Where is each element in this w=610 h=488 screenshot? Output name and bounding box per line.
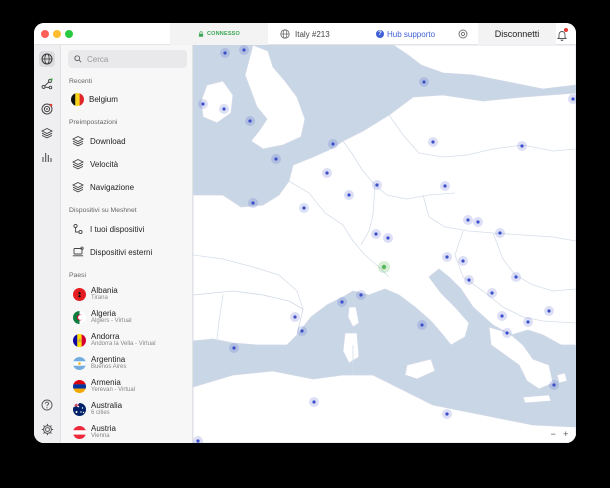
armenia-flag-icon xyxy=(73,379,86,393)
server-map[interactable]: − + xyxy=(193,45,576,443)
country-name: Australia xyxy=(91,401,123,410)
laptop-icon xyxy=(72,246,84,257)
target-icon xyxy=(41,103,53,115)
country-subtitle: Algiers - Virtual xyxy=(91,318,132,325)
australia-flag-icon xyxy=(73,402,86,416)
albania-flag-icon xyxy=(73,287,86,301)
country-australia[interactable]: Australia 6 cities xyxy=(73,401,123,417)
layers-icon xyxy=(41,127,53,139)
preset-speed[interactable]: Velocità xyxy=(71,157,118,171)
country-subtitle: Andorra la Vella - Virtual xyxy=(91,341,156,348)
country-name: Albania xyxy=(91,286,118,295)
layers-icon xyxy=(72,158,84,170)
app-window: CONNESSO Italy #213 ? Hub supporto Disco… xyxy=(34,23,576,443)
belgium-flag-icon xyxy=(71,93,84,106)
meshnet-external-devices[interactable]: Dispositivi esterni xyxy=(71,245,152,259)
preset-label: Velocità xyxy=(90,159,119,169)
close-window-button[interactable] xyxy=(41,30,49,38)
preset-label: Download xyxy=(90,136,126,146)
andorra-flag-icon xyxy=(73,333,86,347)
support-hub-label: Hub supporto xyxy=(387,29,436,39)
country-subtitle: Vienna xyxy=(91,433,110,440)
help-icon xyxy=(41,399,53,411)
sidebar: Recenti Belgium Preimpostazioni Download… xyxy=(61,45,193,443)
algeria-flag-icon xyxy=(73,310,86,324)
nav-layers-button[interactable] xyxy=(39,125,55,141)
country-subtitle: Tirana xyxy=(91,295,108,302)
nav-meshnet-button[interactable] xyxy=(39,76,55,92)
country-name: Armenia xyxy=(91,378,121,387)
nav-stats-button[interactable] xyxy=(39,149,55,165)
gear-icon xyxy=(41,423,53,435)
connected-server-marker xyxy=(381,264,387,270)
country-subtitle: Yerevan - Virtual xyxy=(91,387,136,394)
zoom-out-button[interactable]: − xyxy=(551,429,556,439)
notifications-button[interactable] xyxy=(556,28,568,41)
search-input[interactable] xyxy=(87,54,177,64)
server-name: Italy #213 xyxy=(295,29,330,39)
country-name: Andorra xyxy=(91,332,120,341)
globe-icon xyxy=(280,29,290,39)
connection-settings-icon[interactable] xyxy=(457,28,469,40)
nav-settings-button[interactable] xyxy=(39,421,55,437)
zoom-window-button[interactable] xyxy=(65,30,73,38)
austria-flag-icon xyxy=(73,425,86,439)
meshnet-icon xyxy=(41,78,53,90)
country-albania[interactable]: Albania Tirana xyxy=(73,286,118,302)
country-algeria[interactable]: Algeria Algiers - Virtual xyxy=(73,309,132,325)
zoom-controls: − + xyxy=(547,427,572,440)
globe-icon xyxy=(41,53,53,65)
argentina-flag-icon xyxy=(73,356,86,370)
nav-threat-protection-button[interactable] xyxy=(39,101,55,117)
status-label: CONNESSO xyxy=(206,31,241,37)
recent-heading: Recenti xyxy=(69,78,93,85)
country-name: Algeria xyxy=(91,309,116,318)
title-bar: CONNESSO Italy #213 ? Hub supporto Disco… xyxy=(34,23,576,45)
support-hub-link[interactable]: ? Hub supporto xyxy=(376,23,435,45)
search-box[interactable] xyxy=(68,50,187,68)
recent-item-label: Belgium xyxy=(89,95,118,104)
country-name: Austria xyxy=(91,424,116,433)
countries-heading: Paesi xyxy=(69,272,87,279)
notification-badge xyxy=(564,28,568,32)
layers-icon xyxy=(72,135,84,147)
europe-map xyxy=(193,45,576,443)
nav-rail xyxy=(34,45,61,443)
lock-icon xyxy=(198,31,204,37)
server-indicator: Italy #213 xyxy=(280,23,330,45)
preset-label: Navigazione xyxy=(90,182,135,192)
land-masses xyxy=(193,45,576,443)
connection-status: CONNESSO xyxy=(170,23,268,45)
search-icon xyxy=(74,55,82,63)
country-argentina[interactable]: Argentina Buenos Aires xyxy=(73,355,127,371)
disconnect-button[interactable]: Disconnetti xyxy=(478,23,556,45)
nav-globe-button[interactable] xyxy=(39,51,55,67)
country-armenia[interactable]: Armenia Yerevan - Virtual xyxy=(73,378,136,394)
bar-chart-icon xyxy=(42,153,52,162)
country-name: Argentina xyxy=(91,355,126,364)
meshnet-label: I tuoi dispositivi xyxy=(90,224,145,234)
meshnet-your-devices[interactable]: I tuoi dispositivi xyxy=(71,222,144,236)
country-subtitle: 6 cities xyxy=(91,410,110,417)
preset-download[interactable]: Download xyxy=(71,134,126,148)
preset-browsing[interactable]: Navigazione xyxy=(71,180,134,194)
layers-icon xyxy=(72,181,84,193)
presets-heading: Preimpostazioni xyxy=(69,119,118,126)
country-andorra[interactable]: Andorra Andorra la Vella - Virtual xyxy=(73,332,156,348)
meshnet-label: Dispositivi esterni xyxy=(90,247,153,257)
question-icon: ? xyxy=(376,30,384,38)
nav-help-button[interactable] xyxy=(39,397,55,413)
minimize-window-button[interactable] xyxy=(53,30,61,38)
zoom-in-button[interactable]: + xyxy=(563,429,568,439)
country-austria[interactable]: Austria Vienna xyxy=(73,424,116,440)
devices-icon xyxy=(73,223,83,235)
country-subtitle: Buenos Aires xyxy=(91,364,127,371)
meshnet-heading: Dispositivi su Meshnet xyxy=(69,207,137,214)
recent-item-belgium[interactable]: Belgium xyxy=(71,93,118,106)
